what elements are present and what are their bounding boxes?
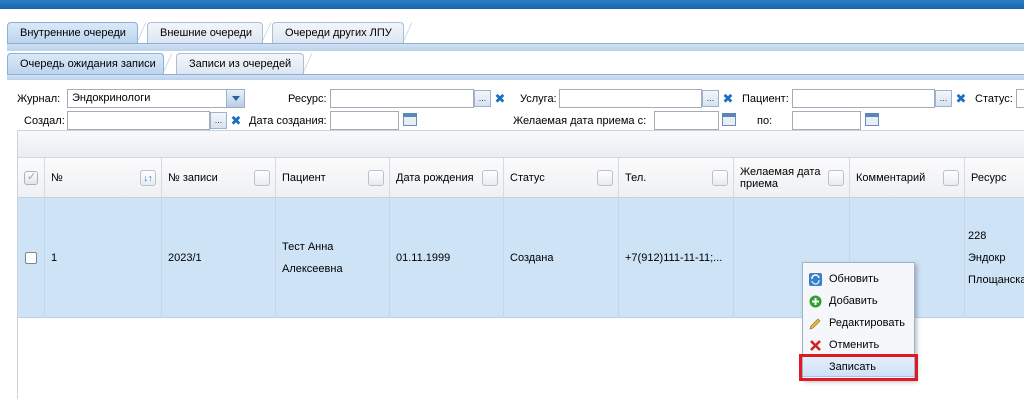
column-filter-icon[interactable] [828, 170, 844, 186]
patient-label: Пациент: [742, 93, 789, 105]
status-input[interactable] [1016, 89, 1024, 108]
column-filter-icon[interactable] [597, 170, 613, 186]
journal-label: Журнал: [17, 93, 61, 105]
cell-record-no: 2023/1 [162, 198, 276, 318]
menu-item-book[interactable]: Записать [803, 356, 914, 377]
cell-num: 1 [45, 198, 162, 318]
status-label: Статус: [975, 93, 1013, 105]
patient-clear-icon[interactable]: ✖ [953, 90, 969, 107]
calendar-icon[interactable] [720, 111, 738, 128]
tab-external-queues[interactable]: Внешние очереди [147, 22, 271, 44]
column-filter-icon[interactable] [943, 170, 959, 186]
menu-item-refresh[interactable]: Обновить [803, 269, 914, 290]
header-num[interactable]: № ↓↑ [45, 158, 162, 198]
chevron-down-icon[interactable] [226, 90, 244, 107]
cancel-icon [809, 339, 822, 352]
header-resource[interactable]: Ресурс [965, 158, 1024, 198]
tab-other-lpu-queues[interactable]: Очереди других ЛПУ [272, 22, 412, 44]
row-select-cell [18, 198, 45, 318]
cell-phone: +7(912)111-11-11;... [619, 198, 734, 318]
header-select-all [18, 158, 45, 198]
header-comment[interactable]: Комментарий [850, 158, 965, 198]
created-by-input[interactable] [67, 111, 210, 130]
created-by-lookup-button[interactable]: ... [210, 112, 227, 129]
tab-waiting-queue[interactable]: Очередь ожидания записи [7, 53, 172, 75]
select-all-checkbox[interactable] [24, 170, 38, 185]
sort-icon[interactable]: ↓↑ [140, 170, 156, 186]
add-icon [809, 295, 822, 308]
calendar-icon[interactable] [401, 111, 419, 128]
resource-label: Ресурс: [288, 93, 327, 105]
menu-item-edit[interactable]: Редактировать [803, 313, 914, 334]
created-by-clear-icon[interactable]: ✖ [228, 112, 244, 129]
header-patient[interactable]: Пациент [276, 158, 390, 198]
tab-internal-queues[interactable]: Внутренние очереди [7, 22, 146, 44]
desired-date-to-label: по: [757, 115, 773, 127]
calendar-icon[interactable] [863, 111, 881, 128]
cell-patient: Тест Анна Алексеевна [276, 198, 390, 318]
tab-records-from-queues[interactable]: Записи из очередей [176, 53, 312, 75]
header-status[interactable]: Статус [504, 158, 619, 198]
grid-toolbar [18, 131, 1024, 158]
service-input[interactable] [559, 89, 702, 108]
header-phone[interactable]: Тел. [619, 158, 734, 198]
row-checkbox[interactable] [25, 252, 37, 264]
service-lookup-button[interactable]: ... [702, 90, 719, 107]
header-record-no[interactable]: № записи [162, 158, 276, 198]
sub-tabs-strip [7, 74, 1024, 80]
desired-date-from-label: Желаемая дата приема с: [513, 115, 647, 127]
grid-header: № ↓↑ № записи Пациент Дата рождения Стат… [18, 158, 1024, 198]
menu-item-cancel[interactable]: Отменить [803, 335, 914, 356]
patient-input[interactable] [792, 89, 935, 108]
refresh-icon [809, 273, 822, 286]
window-top-bar [0, 0, 1024, 9]
journal-select[interactable]: Эндокринологи [67, 89, 245, 108]
context-menu: Обновить Добавить Редактировать Отменить… [802, 262, 915, 380]
resource-clear-icon[interactable]: ✖ [492, 90, 508, 107]
cell-status: Создана [504, 198, 619, 318]
desired-date-to-input[interactable] [792, 111, 861, 130]
column-filter-icon[interactable] [712, 170, 728, 186]
service-clear-icon[interactable]: ✖ [720, 90, 736, 107]
desired-date-from-input[interactable] [654, 111, 719, 130]
journal-value: Эндокринологи [72, 92, 151, 104]
created-date-label: Дата создания: [249, 115, 327, 127]
top-tabs-strip [7, 43, 1024, 51]
header-birth-date[interactable]: Дата рождения [390, 158, 504, 198]
cell-resource: 228 Эндокр Площанска [968, 230, 1024, 286]
column-filter-icon[interactable] [482, 170, 498, 186]
created-date-input[interactable] [330, 111, 399, 130]
sub-tabs: Очередь ожидания записи Записи из очеред… [7, 53, 312, 75]
service-label: Услуга: [520, 93, 557, 105]
resource-input[interactable] [330, 89, 474, 108]
created-by-label: Создал: [24, 115, 65, 127]
resource-lookup-button[interactable]: ... [474, 90, 491, 107]
column-filter-icon[interactable] [368, 170, 384, 186]
top-tabs: Внутренние очереди Внешние очереди Очере… [7, 22, 412, 44]
menu-item-add[interactable]: Добавить [803, 291, 914, 312]
header-desired-date[interactable]: Желаемая дата приема [734, 158, 850, 198]
pencil-icon [809, 317, 822, 330]
cell-birth-date: 01.11.1999 [390, 198, 504, 318]
column-filter-icon[interactable] [254, 170, 270, 186]
patient-lookup-button[interactable]: ... [935, 90, 952, 107]
